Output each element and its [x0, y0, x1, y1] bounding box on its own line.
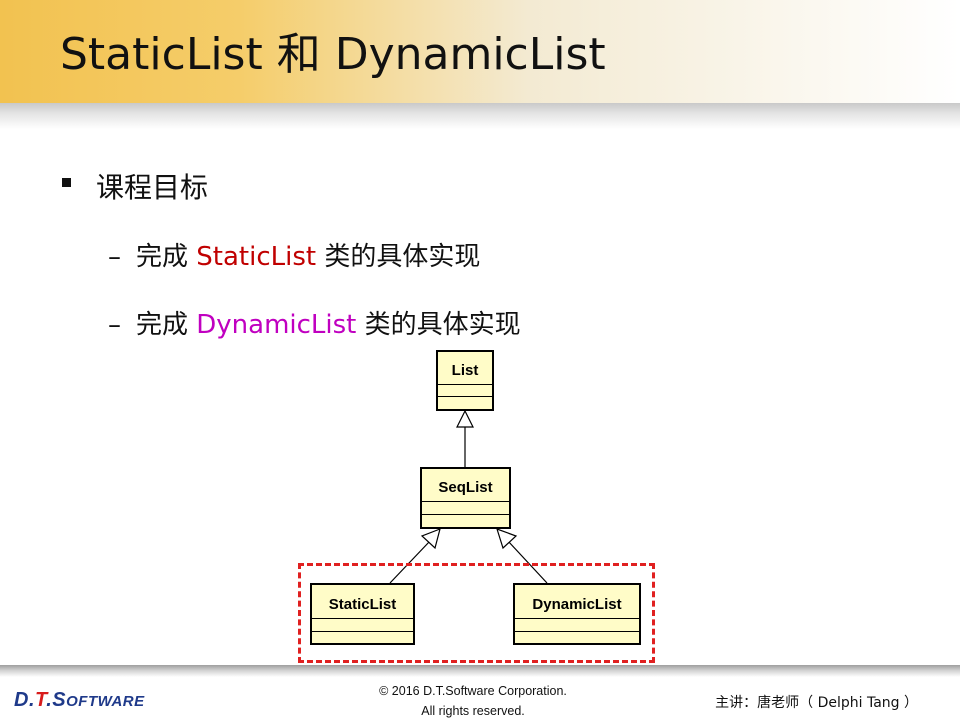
- sub-item-staticlist: – 完成 StaticList 类的具体实现: [108, 236, 480, 273]
- sub-item-prefix: 完成: [136, 310, 197, 340]
- sub-item-highlight: DynamicList: [196, 310, 357, 340]
- sub-item-suffix: 类的具体实现: [356, 310, 521, 340]
- logo-part: D.: [14, 689, 35, 711]
- uml-class-seqlist: SeqList: [420, 467, 511, 529]
- uml-class-name: SeqList: [438, 479, 493, 496]
- sub-item-dynamiclist: – 完成 DynamicList 类的具体实现: [108, 304, 521, 341]
- title-shadow: [0, 103, 960, 129]
- logo-part: T: [35, 689, 47, 711]
- sub-item-suffix: 类的具体实现: [316, 242, 481, 272]
- uml-divider: [438, 384, 492, 385]
- inherit-arrow-seqlist-right: [496, 528, 518, 550]
- copyright-line: All rights reserved.: [421, 704, 525, 718]
- highlight-selection-box: [298, 563, 655, 663]
- copyright: © 2016 D.T.Software Corporation. All rig…: [320, 681, 626, 721]
- sub-item-prefix: 完成: [136, 242, 197, 272]
- dt-software-logo: D.T.SOFTWARE: [14, 689, 145, 712]
- inherit-arrow-seqlist-left: [420, 528, 441, 550]
- slide-title: StaticList 和 DynamicList: [60, 29, 606, 80]
- bullet-goal: 课程目标: [96, 171, 209, 204]
- uml-divider: [438, 396, 492, 397]
- bullet-marker: [62, 178, 71, 187]
- copyright-line: © 2016 D.T.Software Corporation.: [379, 684, 567, 698]
- presenter-credit: 主讲：唐老师（ Delphi Tang ）: [715, 695, 918, 711]
- logo-part: OFTWARE: [66, 693, 145, 710]
- inherit-arrow-list: [456, 409, 474, 428]
- uml-divider: [422, 501, 509, 502]
- footer-bar: [0, 665, 960, 677]
- sub-item-highlight: StaticList: [196, 242, 317, 272]
- uml-divider: [422, 514, 509, 515]
- dash-marker: –: [108, 242, 121, 272]
- uml-class-list: List: [436, 350, 494, 411]
- logo-part: .S: [46, 689, 67, 711]
- dash-marker: –: [108, 310, 121, 340]
- uml-class-name: List: [451, 362, 479, 379]
